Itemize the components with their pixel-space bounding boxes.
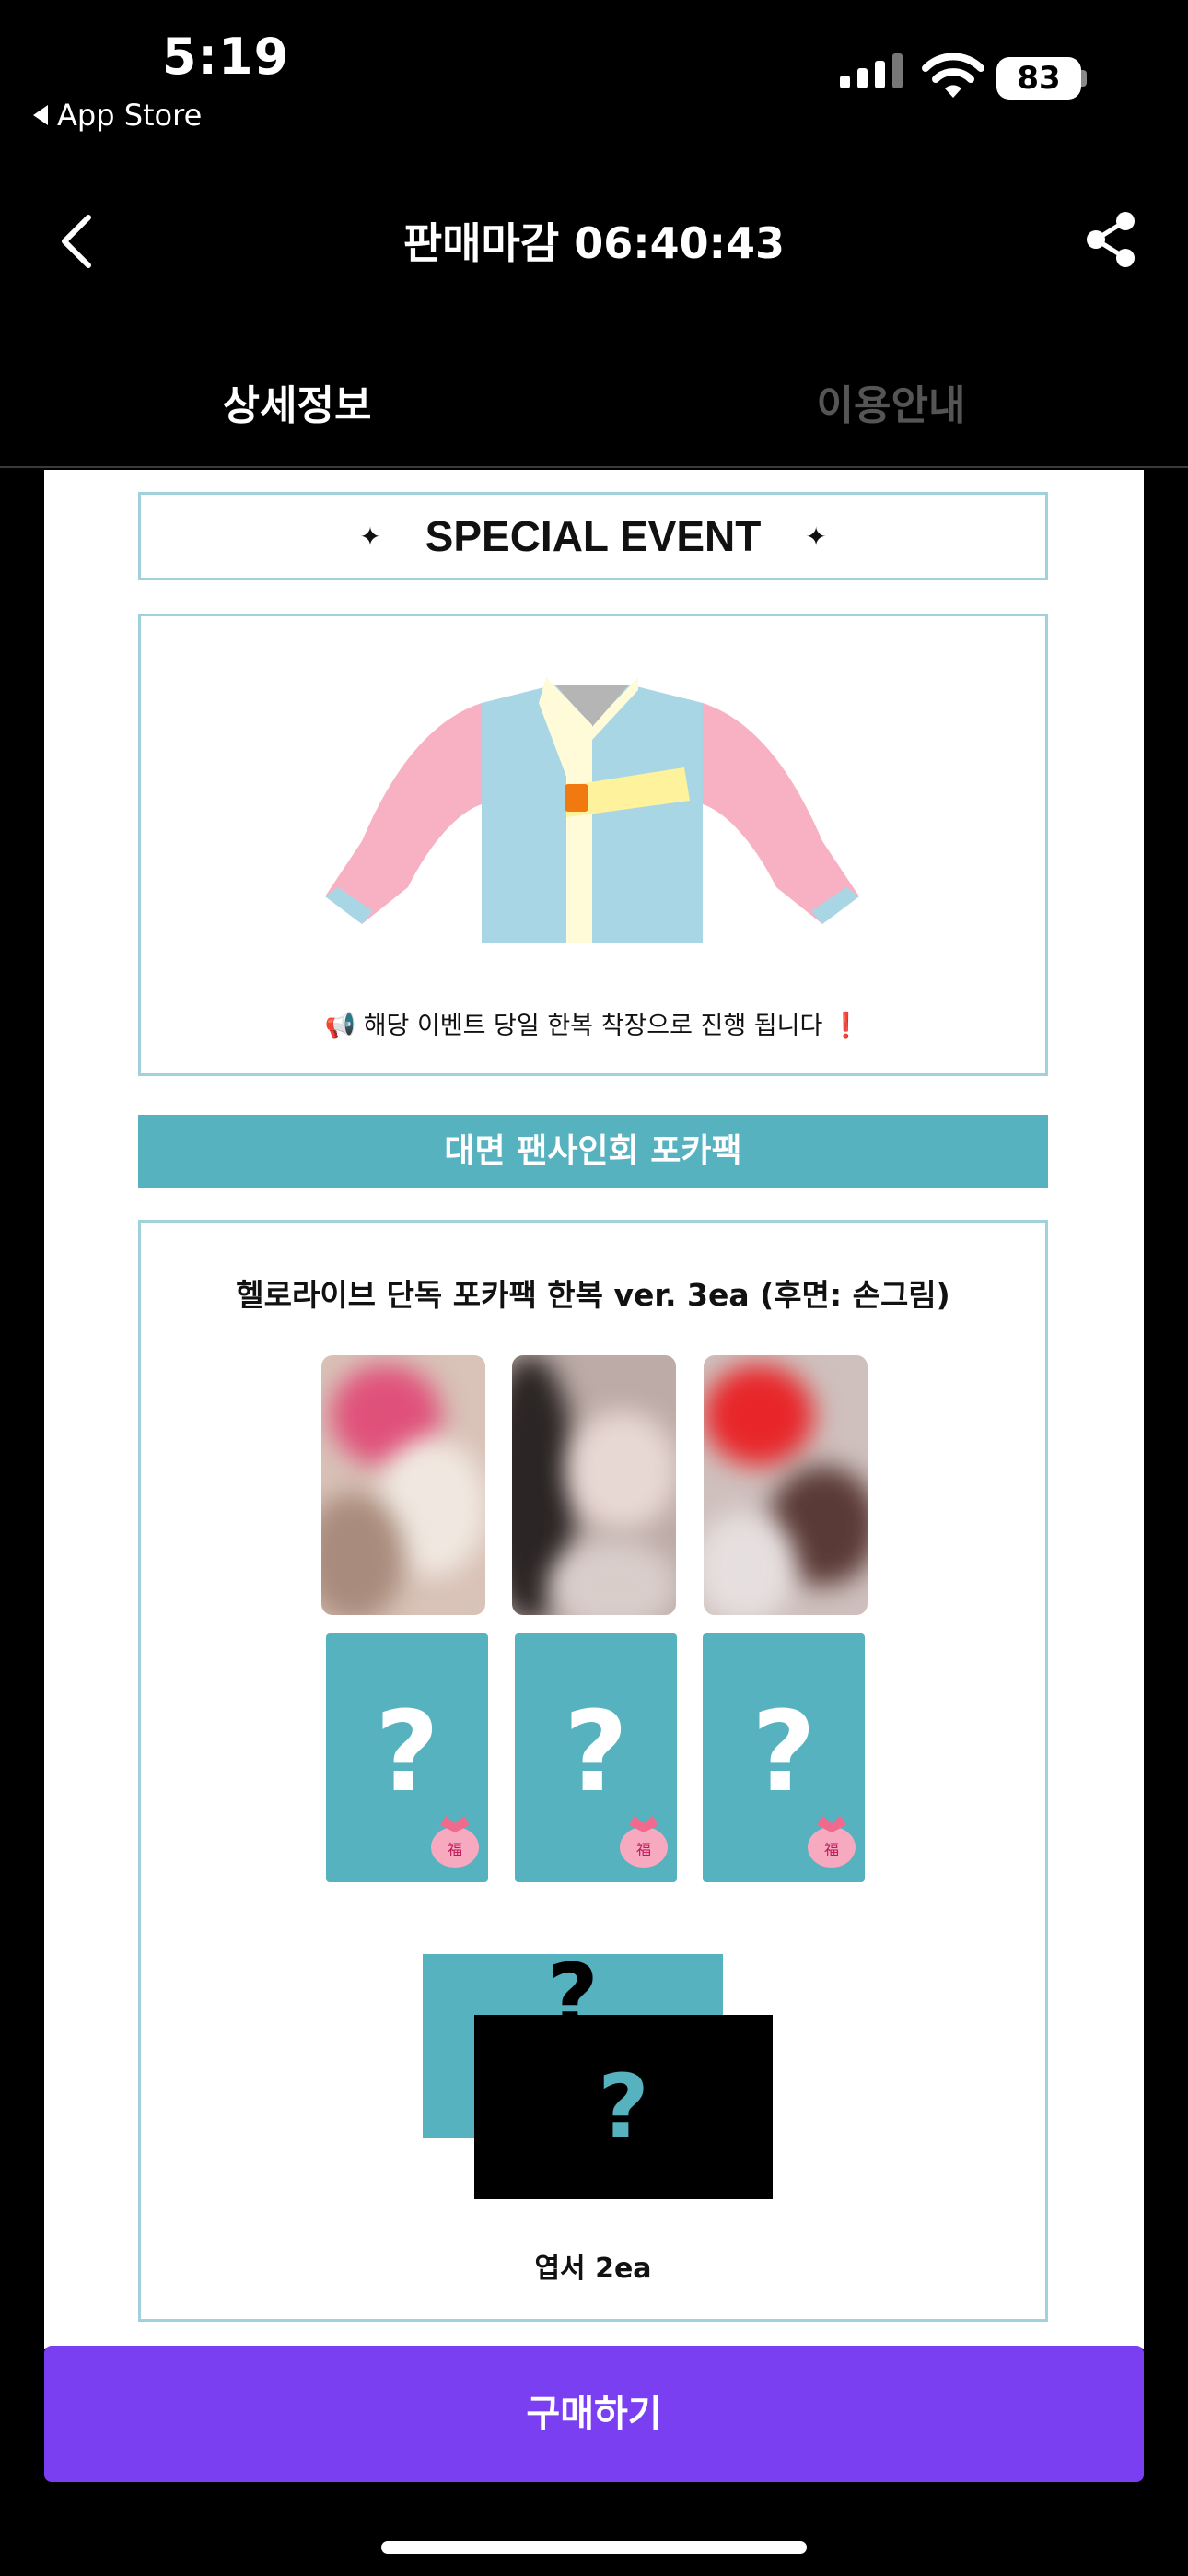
lucky-bag-icon: 福 [620, 1816, 668, 1868]
tab-divider [0, 466, 1188, 468]
wifi-icon [922, 53, 984, 98]
battery-indicator: 83 [996, 57, 1081, 100]
tab-usage-guide[interactable]: 이용안내 [594, 372, 1188, 431]
mystery-photocard-3: ? 福 [703, 1633, 865, 1882]
share-icon[interactable] [1083, 210, 1138, 269]
exclamation-icon: ❗ [830, 1012, 862, 1040]
svg-text:福: 福 [824, 1841, 839, 1858]
photocard-pack-banner: 대면 팬사인회 포카팩 [138, 1115, 1048, 1188]
sparkle-icon: ✦ [359, 521, 381, 552]
back-chevron-icon[interactable] [57, 214, 94, 269]
lucky-bag-icon: 福 [808, 1816, 856, 1868]
home-indicator[interactable] [381, 2541, 807, 2554]
event-notice: 📢 해당 이벤트 당일 한복 착장으로 진행 됩니다 ❗ [141, 1005, 1045, 1041]
blurred-photocard-2 [512, 1355, 676, 1615]
lucky-bag-icon: 福 [431, 1816, 479, 1868]
buy-button[interactable]: 구매하기 [44, 2346, 1144, 2482]
back-triangle-icon [33, 105, 48, 125]
photocard-pack-box: 헬로라이브 단독 포카팩 한복 ver. 3ea (후면: 손그림) ? 福 ?… [138, 1220, 1048, 2322]
product-detail-content: ✦ SPECIAL EVENT ✦ 📢 해당 이벤트 당일 한복 착장으로 진행… [44, 470, 1144, 2349]
tab-detail-info[interactable]: 상세정보 [0, 372, 594, 431]
event-notice-text: 해당 이벤트 당일 한복 착장으로 진행 됩니다 [363, 1012, 823, 1040]
cellular-signal-icon [840, 53, 903, 88]
mystery-photocard-2: ? 福 [515, 1633, 677, 1882]
back-to-app-store[interactable]: App Store [33, 98, 202, 133]
special-event-header: ✦ SPECIAL EVENT ✦ [138, 492, 1048, 580]
photocard-pack-title: 헬로라이브 단독 포카팩 한복 ver. 3ea (후면: 손그림) [236, 1277, 950, 1313]
sale-deadline-title: 판매마감 06:40:43 [402, 218, 786, 268]
question-mark-icon: ? [598, 2055, 649, 2159]
question-mark-icon: ? [564, 1689, 628, 1817]
megaphone-icon: 📢 [324, 1012, 356, 1040]
status-time: 5:19 [161, 28, 290, 86]
blurred-photocard-1 [321, 1355, 485, 1615]
question-mark-icon: ? [375, 1689, 439, 1817]
sparkle-icon: ✦ [805, 521, 827, 552]
postcard-label: 엽서 2ea [534, 2253, 652, 2285]
postcard-front: ? [474, 2015, 773, 2199]
hanbok-jacket-illustration [325, 677, 859, 943]
battery-nub [1081, 70, 1087, 87]
hanbok-event-box: 📢 해당 이벤트 당일 한복 착장으로 진행 됩니다 ❗ [138, 614, 1048, 1076]
blurred-photocard-3 [704, 1355, 868, 1615]
svg-text:福: 福 [636, 1841, 651, 1858]
svg-text:福: 福 [448, 1841, 462, 1858]
back-app-label: App Store [57, 98, 203, 133]
mystery-photocard-1: ? 福 [326, 1633, 488, 1882]
special-event-title: SPECIAL EVENT [425, 512, 762, 560]
question-mark-icon: ? [751, 1689, 816, 1817]
